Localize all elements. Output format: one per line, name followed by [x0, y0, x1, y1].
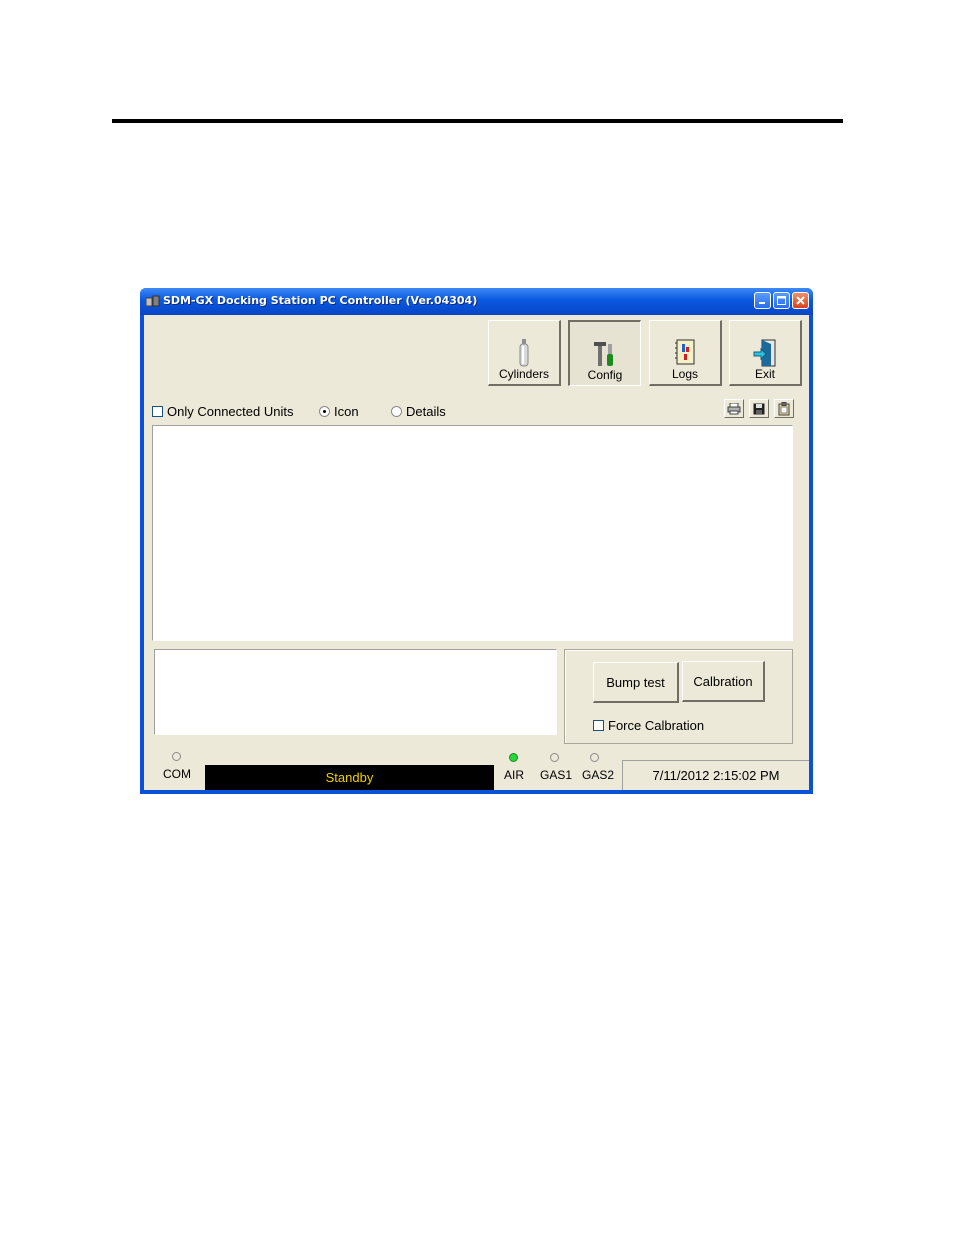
- air-indicator-led: [509, 753, 518, 762]
- calibration-button[interactable]: Calbration: [682, 661, 765, 702]
- print-button[interactable]: [724, 399, 744, 418]
- exit-door-icon: [753, 339, 776, 367]
- window-title: SDM-GX Docking Station PC Controller (Ve…: [163, 294, 478, 307]
- actions-group: Bump test Calbration Force Calbration: [564, 649, 793, 744]
- radio-dot[interactable]: [391, 406, 402, 417]
- view-details-label: Details: [406, 404, 446, 419]
- force-calibration-checkbox[interactable]: Force Calbration: [593, 718, 704, 733]
- clipboard-button[interactable]: [774, 399, 794, 418]
- title-bar[interactable]: SDM-GX Docking Station PC Controller (Ve…: [140, 288, 813, 315]
- save-button[interactable]: [749, 399, 769, 418]
- gas1-label: GAS1: [540, 768, 573, 782]
- logs-label: Logs: [671, 367, 699, 381]
- cylinders-button[interactable]: Cylinders: [488, 320, 561, 386]
- checkbox-box[interactable]: [593, 720, 604, 731]
- client-area: Cylinders Config Logs Exit Only Connecte…: [144, 315, 809, 790]
- status-bar: COM Standby AIR GAS1 GAS2 7/11/2012 2:15…: [144, 752, 809, 790]
- view-icon-label: Icon: [334, 404, 359, 419]
- floppy-disk-icon: [753, 403, 765, 414]
- logs-button[interactable]: Logs: [649, 320, 722, 386]
- gas1-indicator-led: [550, 753, 559, 762]
- status-text: Standby: [325, 770, 374, 785]
- radio-dot[interactable]: [319, 406, 330, 417]
- com-indicator-led: [172, 752, 181, 761]
- com-label: COM: [163, 767, 191, 781]
- datetime-display: 7/11/2012 2:15:02 PM: [622, 760, 809, 790]
- bump-test-label: Bump test: [606, 674, 665, 690]
- maximize-button[interactable]: [773, 292, 790, 309]
- cylinder-icon: [519, 339, 529, 367]
- force-calibration-label: Force Calbration: [608, 718, 705, 733]
- page-rule: [112, 119, 843, 123]
- maximize-icon: [777, 296, 786, 305]
- checkbox-box[interactable]: [152, 406, 163, 417]
- bump-test-button[interactable]: Bump test: [593, 662, 679, 703]
- app-icon: [146, 295, 160, 307]
- only-connected-label: Only Connected Units: [167, 404, 294, 419]
- view-details-radio[interactable]: Details: [391, 404, 446, 419]
- clipboard-icon: [778, 401, 790, 415]
- close-button[interactable]: [792, 292, 809, 309]
- exit-button[interactable]: Exit: [729, 320, 802, 386]
- printer-icon: [727, 402, 741, 414]
- config-label: Config: [587, 368, 623, 382]
- app-window: SDM-GX Docking Station PC Controller (Ve…: [140, 288, 813, 794]
- exit-label: Exit: [754, 367, 775, 381]
- logbook-icon: [675, 339, 695, 365]
- only-connected-checkbox[interactable]: Only Connected Units: [152, 404, 293, 419]
- view-icon-radio[interactable]: Icon: [319, 404, 359, 419]
- cylinders-label: Cylinders: [498, 367, 549, 381]
- tools-icon: [594, 342, 613, 366]
- minimize-icon: [759, 302, 765, 304]
- air-label: AIR: [504, 768, 525, 782]
- gas2-label: GAS2: [582, 768, 615, 782]
- close-icon: [796, 296, 805, 305]
- datetime-text: 7/11/2012 2:15:02 PM: [652, 768, 780, 783]
- message-log[interactable]: [154, 649, 557, 735]
- config-button[interactable]: Config: [568, 320, 641, 386]
- gas2-indicator-led: [590, 753, 599, 762]
- calibration-label: Calbration: [693, 673, 753, 689]
- minimize-button[interactable]: [754, 292, 771, 309]
- status-display: Standby: [205, 765, 494, 790]
- units-list-view[interactable]: [152, 425, 793, 641]
